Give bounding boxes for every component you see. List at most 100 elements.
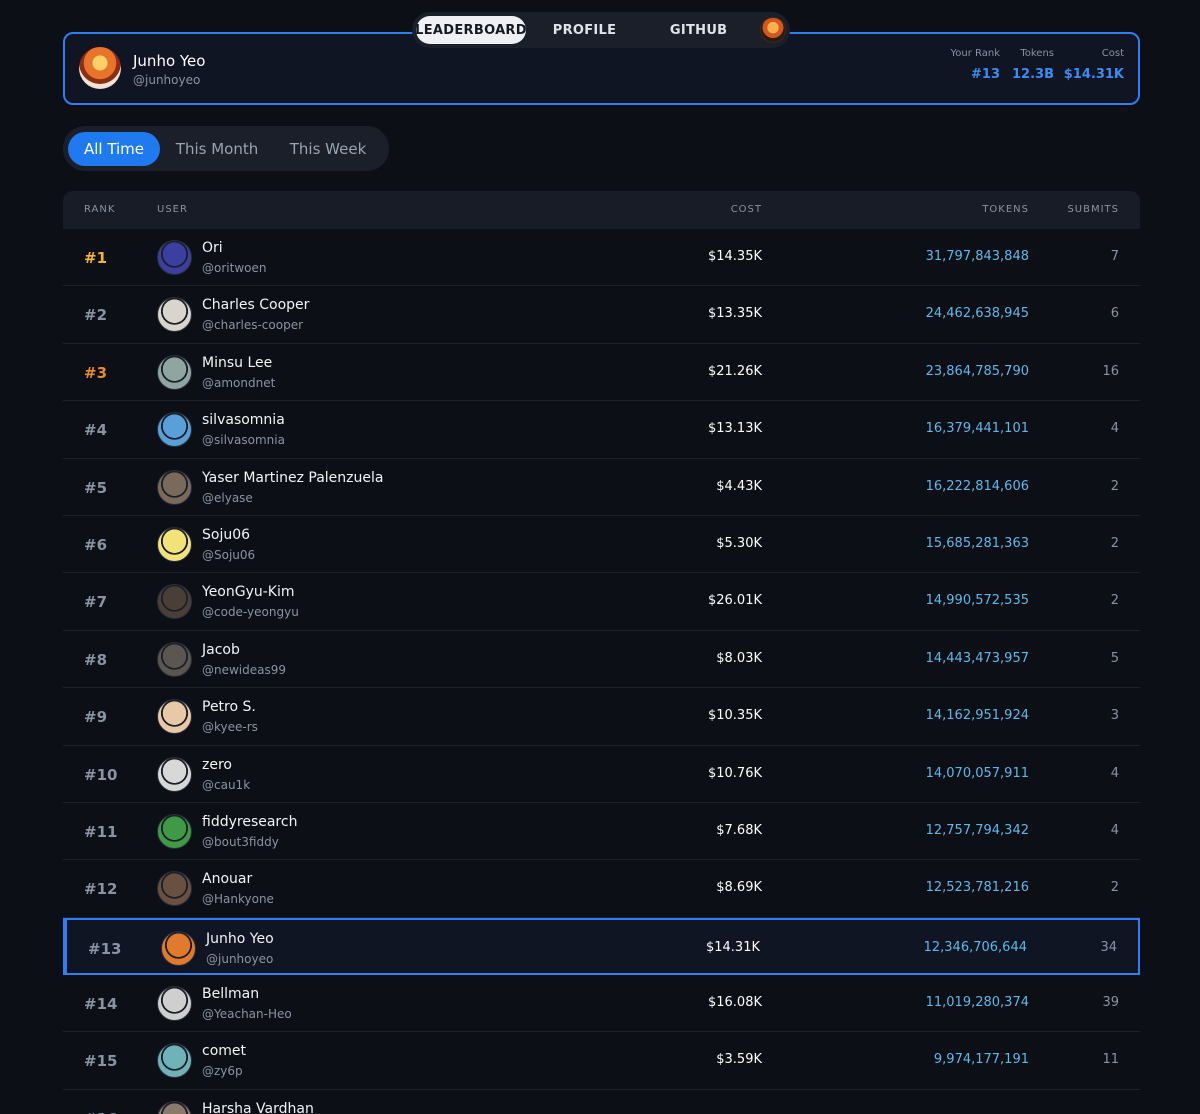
row-avatar	[157, 986, 192, 1022]
row-rank: #15	[84, 1052, 118, 1071]
period-tab-this-month[interactable]: This Month	[160, 132, 274, 166]
table-row[interactable]: #12 Anouar @Hankyone $8.69K 12,523,781,216 2	[63, 860, 1140, 918]
my-rank-stat: Your Rank #13	[950, 48, 1000, 82]
col-cost[interactable]: COST	[731, 204, 762, 215]
table-row[interactable]: #7 YeonGyu-Kim @code-yeongyu $26.01K 14,990,…	[63, 573, 1140, 631]
row-tokens: 14,443,473,957	[925, 650, 1029, 666]
row-tokens: 16,222,814,606	[925, 478, 1029, 494]
row-user-handle: @elyase	[202, 490, 253, 505]
table-row[interactable]: #6 Soju06 @Soju06 $5.30K 15,685,281,363 2	[63, 515, 1140, 574]
row-avatar	[157, 297, 192, 333]
row-user-name[interactable]: Charles Cooper	[202, 297, 309, 313]
row-tokens: 12,346,706,644	[923, 939, 1027, 955]
row-rank: #8	[84, 650, 108, 669]
table-row[interactable]: #4 silvasomnia @silvasomnia $13.13K 16,379,4…	[63, 401, 1140, 459]
table-row[interactable]: #2 Charles Cooper @charles-cooper $13.35K 24…	[63, 286, 1140, 344]
table-row[interactable]: #14 Bellman @Yeachan-Heo $16.08K 11,019,280,…	[63, 975, 1140, 1033]
row-user-name[interactable]: YeonGyu-Kim	[202, 584, 295, 600]
row-user-handle: @newideas99	[202, 662, 287, 677]
period-tab-all-time[interactable]: All Time	[68, 131, 160, 166]
leaderboard-table: RANK USER COST TOKENS SUBMITS #1 Ori @orit…	[63, 191, 1140, 1114]
row-user-handle: @oritwoen	[202, 261, 267, 275]
row-user-name[interactable]: Bellman	[202, 986, 259, 1002]
row-cost: $13.13K	[707, 421, 762, 437]
row-user-name[interactable]: Soju06	[202, 527, 250, 543]
nav-tab-profile[interactable]: PROFILE	[526, 16, 643, 44]
row-user-name[interactable]: zero	[202, 757, 232, 773]
row-avatar	[157, 469, 192, 505]
row-rank: #16	[84, 1110, 117, 1114]
row-tokens: 12,757,794,342	[925, 822, 1029, 838]
nav-tab-github[interactable]: GITHUB	[643, 16, 754, 44]
row-user-handle: @charles-cooper	[202, 318, 304, 333]
row-user-name[interactable]: silvasomnia	[202, 412, 285, 428]
row-rank: #14	[84, 995, 118, 1014]
table-row[interactable]: #11 fiddyresearch @bout3fiddy $7.68K 12,757,…	[63, 802, 1140, 861]
row-tokens: 15,685,281,363	[925, 535, 1029, 551]
row-avatar	[157, 240, 192, 275]
row-user-handle: @Yeachan-Heo	[202, 1007, 292, 1022]
row-user-name[interactable]: fiddyresearch	[202, 814, 297, 830]
period-tab-this-week[interactable]: This Week	[274, 132, 382, 166]
row-tokens: 24,462,638,945	[925, 306, 1029, 322]
row-user-name[interactable]: comet	[202, 1043, 246, 1059]
row-submits: 4	[1110, 822, 1119, 838]
row-rank: #3	[84, 363, 108, 382]
row-submits: 4	[1110, 421, 1119, 437]
col-submits[interactable]: SUBMITS	[1067, 204, 1119, 215]
table-row[interactable]: #3 Minsu Lee @amondnet $21.26K 23,864,785,79…	[63, 343, 1140, 402]
row-user-name[interactable]: Junho Yeo	[206, 931, 274, 947]
table-row[interactable]: #16 Harsha Vardhan	[63, 1089, 1140, 1114]
table-row[interactable]: #9 Petro S. @kyee-rs $10.35K 14,162,951,924 3	[63, 688, 1140, 746]
row-user-name[interactable]: Anouar	[202, 871, 252, 887]
table-row[interactable]: #1 Ori @oritwoen $14.35K 31,797,843,848 7	[63, 229, 1140, 287]
nav-tab-leaderboard[interactable]: LEADERBOARD	[415, 16, 527, 44]
row-user-handle: @zy6p	[202, 1064, 243, 1079]
table-row[interactable]: #15 comet @zy6p $3.59K 9,974,177,191 11	[63, 1032, 1140, 1090]
row-cost: $14.31K	[705, 939, 760, 955]
col-tokens[interactable]: TOKENS	[982, 204, 1029, 215]
row-avatar	[157, 1100, 192, 1114]
col-user[interactable]: USER	[157, 204, 188, 215]
my-avatar	[79, 47, 121, 89]
my-handle: @junhoyeo	[133, 73, 201, 87]
row-rank: #7	[84, 593, 108, 612]
col-rank[interactable]: RANK	[84, 204, 115, 215]
row-rank: #9	[84, 708, 108, 727]
row-tokens: 16,379,441,101	[925, 421, 1029, 437]
row-rank: #10	[84, 765, 118, 784]
row-user-name[interactable]: Ori	[202, 240, 223, 256]
row-submits: 3	[1110, 708, 1119, 724]
table-row[interactable]: #8 Jacob @newideas99 $8.03K 14,443,473,957 5	[63, 630, 1140, 689]
my-rank-label: Your Rank	[950, 48, 1000, 59]
period-tabs: All Time This Month This Week	[63, 126, 389, 171]
row-rank: #5	[84, 478, 108, 497]
row-rank: #6	[84, 535, 108, 554]
table-row[interactable]: #10 zero @cau1k $10.76K 14,070,057,911 4	[63, 745, 1140, 803]
row-submits: 16	[1102, 363, 1119, 379]
row-user-name[interactable]: Petro S.	[202, 699, 256, 715]
nav-avatar[interactable]	[760, 17, 787, 43]
row-avatar	[157, 871, 192, 907]
row-avatar	[157, 756, 192, 792]
my-cost-value: $14.31K	[1063, 67, 1124, 82]
row-rank: #13	[88, 939, 122, 958]
row-user-handle: @junhoyeo	[206, 951, 274, 966]
table-row[interactable]: #13 Junho Yeo @junhoyeo $14.31K 12,346,706,6…	[63, 917, 1140, 976]
row-cost: $3.59K	[716, 1052, 762, 1068]
top-nav: LEADERBOARD PROFILE GITHUB	[412, 12, 790, 48]
row-avatar	[157, 412, 192, 448]
row-user-name[interactable]: Harsha Vardhan	[202, 1101, 314, 1114]
row-cost: $21.26K	[707, 363, 762, 379]
row-tokens: 14,990,572,535	[925, 593, 1029, 609]
row-submits: 39	[1102, 995, 1119, 1011]
table-header: RANK USER COST TOKENS SUBMITS	[63, 191, 1140, 229]
row-rank: #2	[84, 306, 108, 325]
row-rank: #4	[84, 421, 108, 440]
row-user-name[interactable]: Yaser Martinez Palenzuela	[202, 470, 383, 486]
row-avatar	[157, 584, 192, 620]
row-user-name[interactable]: Minsu Lee	[202, 355, 272, 371]
row-user-name[interactable]: Jacob	[202, 642, 240, 658]
my-tokens-stat: Tokens 12.3B	[1012, 48, 1054, 82]
table-row[interactable]: #5 Yaser Martinez Palenzuela @elyase $4.43K…	[63, 458, 1140, 516]
